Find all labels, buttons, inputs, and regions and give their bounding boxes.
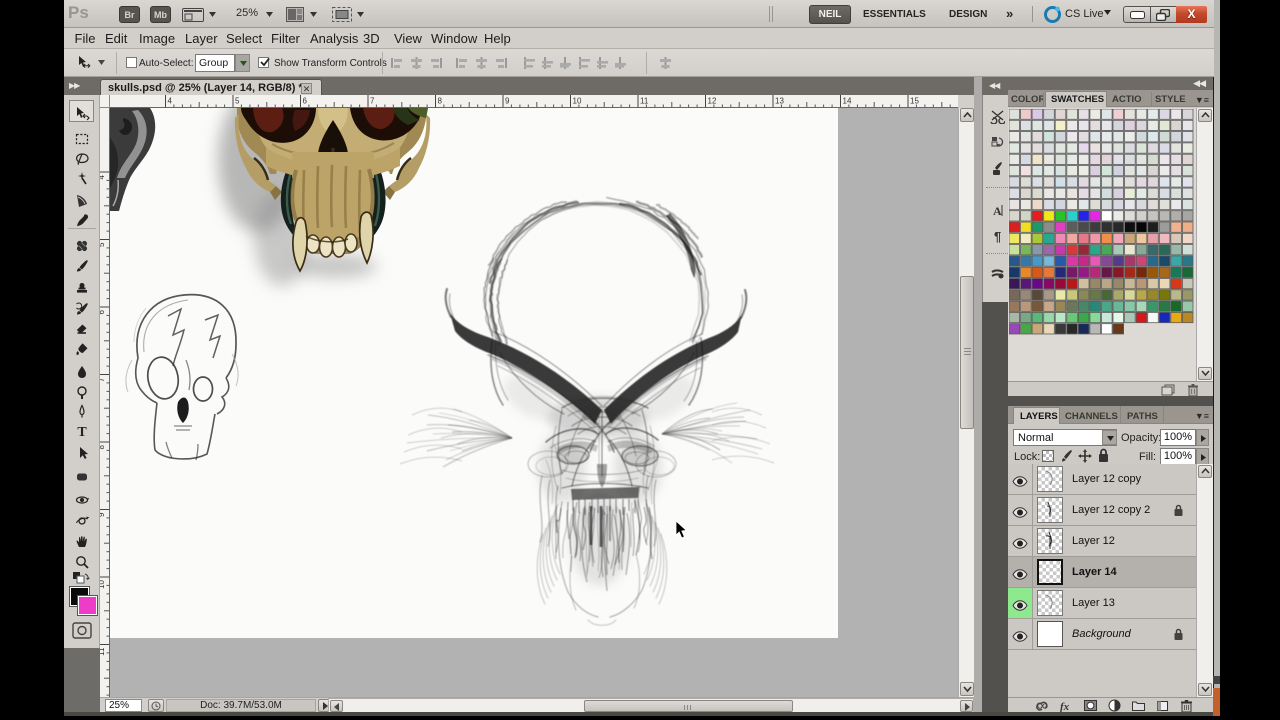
svg-text:A: A — [993, 204, 1002, 218]
svg-text:6: 6 — [303, 97, 308, 106]
svg-text:5: 5 — [100, 242, 106, 247]
svg-text:11: 11 — [100, 647, 106, 656]
svg-text:6: 6 — [100, 309, 106, 314]
svg-text:5: 5 — [235, 97, 240, 106]
svg-text:11: 11 — [640, 97, 649, 106]
svg-text:13: 13 — [775, 97, 784, 106]
svg-text:T: T — [77, 425, 87, 439]
svg-text:10: 10 — [100, 579, 106, 588]
svg-text:8: 8 — [100, 444, 106, 449]
svg-text:4: 4 — [168, 97, 173, 106]
svg-text:14: 14 — [843, 97, 852, 106]
svg-text:15: 15 — [910, 97, 919, 106]
svg-text:4: 4 — [100, 174, 106, 179]
svg-text:10: 10 — [573, 97, 582, 106]
svg-text:7: 7 — [100, 377, 106, 382]
svg-text:8: 8 — [438, 97, 443, 106]
svg-text:9: 9 — [505, 97, 510, 106]
svg-text:12: 12 — [708, 97, 717, 106]
svg-text:9: 9 — [100, 512, 106, 517]
svg-text:¶: ¶ — [994, 229, 1001, 244]
svg-text:7: 7 — [370, 97, 375, 106]
